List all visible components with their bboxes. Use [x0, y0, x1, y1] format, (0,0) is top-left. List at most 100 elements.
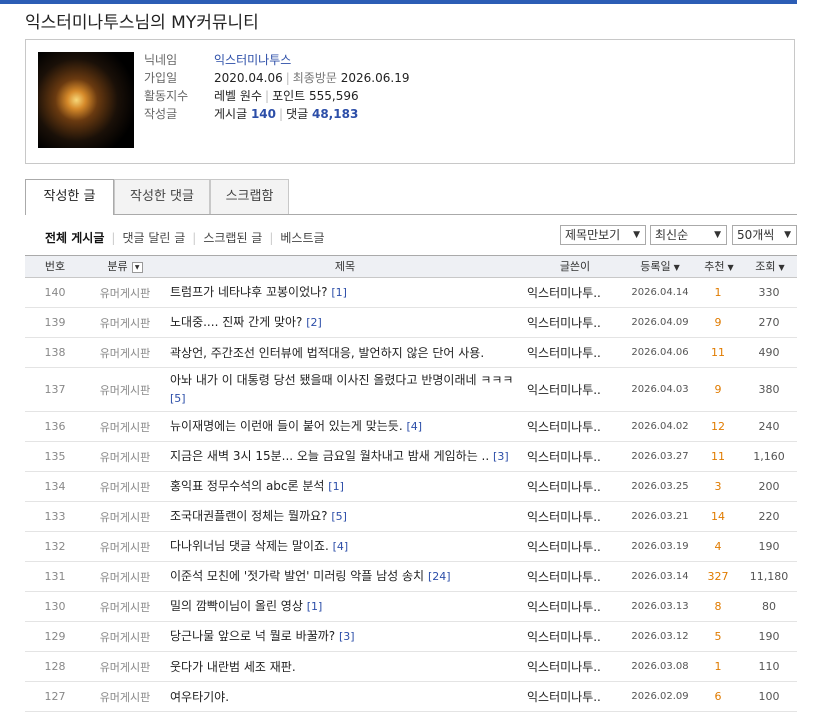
- table-row[interactable]: 135 유머게시판 익스터미나투.. 2026.03.27 11 1,160 지금은 새벽 …: [25, 442, 797, 472]
- table-row[interactable]: 133 유머게시판 익스터미나투.. 2026.03.21 14 220 조국대권플랜이 정…: [25, 502, 797, 532]
- post-date: 2026.04.06: [631, 347, 689, 358]
- post-category[interactable]: 유머게시판: [85, 622, 165, 651]
- comment-count-badge[interactable]: [2]: [306, 316, 322, 329]
- post-category[interactable]: 유머게시판: [85, 278, 165, 307]
- col-recommend[interactable]: 추천 ▼: [697, 256, 741, 278]
- table-row[interactable]: 139 유머게시판 익스터미나투.. 2026.04.09 9 270 노대중.... 진짜…: [25, 308, 797, 338]
- post-author[interactable]: 익스터미나투..: [527, 562, 617, 591]
- tab-scrap[interactable]: 스크랩함: [210, 179, 289, 214]
- table-row[interactable]: 130 유머게시판 익스터미나투.. 2026.03.13 8 80 밀의 깜빡이님이 올린…: [25, 592, 797, 622]
- post-title-link[interactable]: 노대중.... 진짜 간게 맞아?: [170, 315, 302, 329]
- comment-count-badge[interactable]: [1]: [331, 286, 347, 299]
- post-title-link[interactable]: 웃다가 내란범 세조 재판.: [170, 660, 296, 674]
- dropdown-icon[interactable]: ▼: [131, 261, 143, 273]
- filter-commented-posts[interactable]: 댓글 달린 글: [122, 231, 185, 245]
- tab-written-posts[interactable]: 작성한 글: [25, 179, 114, 215]
- post-title-link[interactable]: 아놔 내가 이 대통령 당선 됐을때 이사진 올렸다고 반명이래네 ㅋㅋㅋ: [170, 373, 513, 387]
- filter-all-posts[interactable]: 전체 게시글: [45, 231, 104, 245]
- post-title-link[interactable]: 이준석 모친에 '젓가락 발언' 미러링 악플 남성 송치: [170, 569, 424, 583]
- post-category[interactable]: 유머게시판: [85, 652, 165, 681]
- view-mode-select[interactable]: 제목만보기 ▼: [560, 225, 646, 245]
- sort-order-select[interactable]: 최신순 ▼: [650, 225, 727, 245]
- post-author[interactable]: 익스터미나투..: [527, 652, 617, 681]
- post-author[interactable]: 익스터미나투..: [527, 592, 617, 621]
- post-category[interactable]: 유머게시판: [85, 412, 165, 441]
- table-row[interactable]: 131 유머게시판 익스터미나투.. 2026.03.14 327 11,180 이준석 모…: [25, 562, 797, 592]
- post-number: 132: [44, 540, 66, 553]
- post-author[interactable]: 익스터미나투..: [527, 442, 617, 471]
- post-title-link[interactable]: 당근나물 앞으로 넉 뭘로 바꿀까?: [170, 629, 335, 643]
- post-title-link[interactable]: 밀의 깜빡이님이 올린 영상: [170, 599, 303, 613]
- post-title-link[interactable]: 지금은 새벽 3시 15분... 오늘 금요일 월차내고 밤새 게임하는 ..: [170, 449, 489, 463]
- post-category[interactable]: 유머게시판: [85, 442, 165, 471]
- post-view-count: 190: [758, 630, 780, 643]
- post-category[interactable]: 유머게시판: [85, 472, 165, 501]
- post-author[interactable]: 익스터미나투..: [527, 472, 617, 501]
- filter-scrapped-posts[interactable]: 스크랩된 글: [203, 231, 262, 245]
- page-size-select[interactable]: 50개씩 ▼: [732, 225, 797, 245]
- comment-count-badge[interactable]: [1]: [307, 600, 323, 613]
- post-title-cell: 홍익표 정무수석의 abc론 분석 [1]: [170, 472, 525, 501]
- comment-count-badge[interactable]: [5]: [331, 510, 347, 523]
- col-category[interactable]: 분류 ▼: [85, 256, 165, 277]
- post-title-link[interactable]: 트럼프가 네타냐후 꼬봉이었나?: [170, 285, 328, 299]
- post-author[interactable]: 익스터미나투..: [527, 278, 617, 307]
- comment-count-badge[interactable]: [4]: [333, 540, 349, 553]
- post-date: 2026.03.14: [631, 571, 689, 582]
- table-row[interactable]: 136 유머게시판 익스터미나투.. 2026.04.02 12 240 뉴이재명에는 이런…: [25, 412, 797, 442]
- post-author[interactable]: 익스터미나투..: [527, 682, 617, 711]
- post-category[interactable]: 유머게시판: [85, 682, 165, 711]
- table-row[interactable]: 132 유머게시판 익스터미나투.. 2026.03.19 4 190 다나위너님 댓글 삭…: [25, 532, 797, 562]
- post-author[interactable]: 익스터미나투..: [527, 338, 617, 367]
- table-row[interactable]: 129 유머게시판 익스터미나투.. 2026.03.12 5 190 당근나물 앞으로 넉…: [25, 622, 797, 652]
- post-title-link[interactable]: 곽상언, 주간조선 인터뷰에 법적대응, 발언하지 않은 단어 사용.: [170, 346, 484, 360]
- post-author[interactable]: 익스터미나투..: [527, 502, 617, 531]
- post-category[interactable]: 유머게시판: [85, 368, 165, 411]
- last-visit-date: 2026.06.19: [340, 71, 410, 85]
- post-title-cell: 조국대권플랜이 정체는 뭘까요? [5]: [170, 502, 525, 531]
- post-number: 129: [44, 630, 66, 643]
- post-recommend-count: 5: [714, 630, 722, 643]
- col-views[interactable]: 조회 ▼: [743, 256, 797, 278]
- post-category[interactable]: 유머게시판: [85, 338, 165, 367]
- post-category[interactable]: 유머게시판: [85, 532, 165, 561]
- comment-count-badge[interactable]: [5]: [170, 392, 186, 405]
- table-row[interactable]: 140 유머게시판 익스터미나투.. 2026.04.14 1 330 트럼프가 네타냐후 …: [25, 278, 797, 308]
- comment-count-badge[interactable]: [3]: [339, 630, 355, 643]
- filter-best-posts[interactable]: 베스트글: [280, 231, 324, 245]
- profile-writing-row: 작성글 게시글 140 | 댓글 48,183: [144, 107, 359, 121]
- table-row[interactable]: 137 유머게시판 익스터미나투.. 2026.04.03 9 380 아놔 내가 이 대통…: [25, 368, 797, 412]
- post-title-link[interactable]: 다나위너님 댓글 삭제는 말이죠.: [170, 539, 329, 553]
- table-row[interactable]: 134 유머게시판 익스터미나투.. 2026.03.25 3 200 홍익표 정무수석의 …: [25, 472, 797, 502]
- post-category[interactable]: 유머게시판: [85, 562, 165, 591]
- post-title-link[interactable]: 조국대권플랜이 정체는 뭘까요?: [170, 509, 328, 523]
- col-date[interactable]: 등록일 ▼: [620, 256, 700, 278]
- tab-written-comments[interactable]: 작성한 댓글: [114, 179, 210, 214]
- post-date: 2026.03.08: [631, 661, 689, 672]
- table-row[interactable]: 127 유머게시판 익스터미나투.. 2026.02.09 6 100 여우타기야.: [25, 682, 797, 712]
- post-author[interactable]: 익스터미나투..: [527, 532, 617, 561]
- post-title-link[interactable]: 뉴이재명에는 이런애 들이 붙어 있는게 맞는듯.: [170, 419, 403, 433]
- post-view-count: 330: [758, 286, 780, 299]
- comment-count-badge[interactable]: [1]: [328, 480, 344, 493]
- post-category[interactable]: 유머게시판: [85, 308, 165, 337]
- post-author[interactable]: 익스터미나투..: [527, 308, 617, 337]
- post-title-link[interactable]: 홍익표 정무수석의 abc론 분석: [170, 479, 324, 493]
- post-author[interactable]: 익스터미나투..: [527, 412, 617, 441]
- post-date: 2026.03.27: [631, 451, 689, 462]
- chevron-down-icon: ▼: [784, 230, 791, 240]
- post-author[interactable]: 익스터미나투..: [527, 368, 617, 411]
- post-category[interactable]: 유머게시판: [85, 502, 165, 531]
- post-view-count: 80: [762, 600, 776, 613]
- post-category[interactable]: 유머게시판: [85, 592, 165, 621]
- comment-count-badge[interactable]: [24]: [428, 570, 451, 583]
- table-row[interactable]: 138 유머게시판 익스터미나투.. 2026.04.06 11 490 곽상언, 주간조선…: [25, 338, 797, 368]
- nickname-link[interactable]: 익스터미나투스: [214, 53, 291, 67]
- post-title-link[interactable]: 여우타기야.: [170, 690, 229, 704]
- post-title-cell: 여우타기야.: [170, 682, 525, 711]
- comment-count-badge[interactable]: [3]: [493, 450, 509, 463]
- table-row[interactable]: 128 유머게시판 익스터미나투.. 2026.03.08 1 110 웃다가 내란범 세조…: [25, 652, 797, 682]
- post-author[interactable]: 익스터미나투..: [527, 622, 617, 651]
- post-title-cell: 당근나물 앞으로 넉 뭘로 바꿀까? [3]: [170, 622, 525, 651]
- comment-count-badge[interactable]: [4]: [406, 420, 422, 433]
